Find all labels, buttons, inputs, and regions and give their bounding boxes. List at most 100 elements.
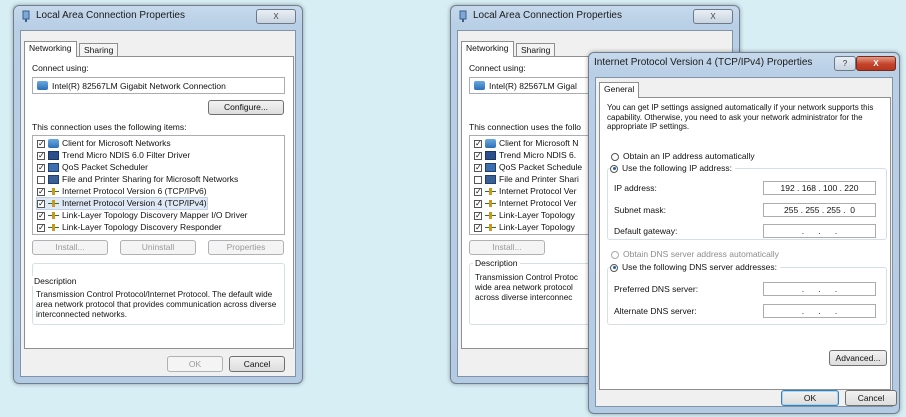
list-item[interactable]: ✓ Link-Layer Topology	[474, 210, 575, 221]
protocol-icon	[485, 187, 496, 196]
use-following-ip-option[interactable]: Use the following IP address:	[610, 163, 735, 173]
connect-using-label: Connect using:	[469, 63, 526, 73]
protocol-icon	[485, 223, 496, 232]
item-label: Link-Layer Topology Discovery Mapper I/O…	[62, 210, 248, 220]
obtain-ip-auto-option[interactable]: Obtain an IP address automatically	[611, 151, 755, 161]
protocol-icon	[485, 211, 496, 220]
subnet-mask-field[interactable]: 255 . 255 . 255 . 0	[763, 203, 876, 217]
checkbox[interactable]: ✓	[37, 163, 45, 172]
title-bar[interactable]: Internet Protocol Version 4 (TCP/IPv4) P…	[589, 53, 899, 75]
item-label: Link-Layer Topology	[499, 222, 575, 232]
dialog-body: General You can get IP settings assigned…	[595, 77, 893, 407]
tab-networking[interactable]: Networking	[461, 41, 514, 57]
list-item[interactable]: ✓ Internet Protocol Version 6 (TCP/IPv6)	[37, 186, 207, 197]
obtain-ip-auto-label: Obtain an IP address automatically	[623, 151, 755, 161]
tab-sharing[interactable]: Sharing	[79, 43, 119, 57]
window-title: Local Area Connection Properties	[473, 10, 622, 21]
list-item[interactable]: ✓ Trend Micro NDIS 6.	[474, 150, 576, 161]
item-label: Internet Protocol Ver	[499, 186, 577, 196]
preferred-dns-field[interactable]: . . .	[763, 282, 876, 296]
alternate-dns-label: Alternate DNS server:	[614, 306, 697, 316]
list-item[interactable]: File and Printer Shari	[474, 174, 579, 185]
list-item[interactable]: File and Printer Sharing for Microsoft N…	[37, 174, 238, 185]
advanced-button[interactable]: Advanced...	[829, 350, 887, 366]
checkbox[interactable]: ✓	[37, 199, 45, 208]
adapter-name: Intel(R) 82567LM Gigabit Network Connect…	[52, 81, 226, 91]
network-client-icon	[48, 139, 59, 149]
list-item[interactable]: ✓ Internet Protocol Ver	[474, 198, 577, 209]
close-button[interactable]: X	[256, 9, 296, 24]
obtain-dns-auto-option[interactable]: Obtain DNS server address automatically	[611, 249, 779, 259]
checkbox[interactable]: ✓	[474, 139, 482, 148]
ipv4-properties-dialog: Internet Protocol Version 4 (TCP/IPv4) P…	[588, 52, 900, 414]
configure-button[interactable]: Configure...	[208, 100, 284, 115]
protocol-icon	[485, 199, 496, 208]
help-button[interactable]: ?	[834, 56, 856, 71]
use-following-ip-label: Use the following IP address:	[622, 163, 732, 173]
dialog-body: Networking Sharing Connect using: Intel(…	[20, 30, 296, 377]
uninstall-button[interactable]: Uninstall	[120, 240, 196, 255]
use-following-dns-option[interactable]: Use the following DNS server addresses:	[610, 262, 780, 272]
tab-networking[interactable]: Networking	[24, 41, 77, 57]
list-item[interactable]: ✓ Link-Layer Topology Discovery Mapper I/…	[37, 210, 248, 221]
install-button[interactable]: Install...	[32, 240, 108, 255]
checkbox[interactable]: ✓	[474, 151, 482, 160]
radio-button[interactable]	[611, 250, 619, 259]
checkbox[interactable]: ✓	[37, 211, 45, 220]
list-item[interactable]: ✓ Link-Layer Topology	[474, 222, 575, 233]
properties-button[interactable]: Properties	[208, 240, 284, 255]
item-label: Trend Micro NDIS 6.0 Filter Driver	[62, 150, 191, 160]
cancel-button[interactable]: Cancel	[845, 390, 897, 406]
checkbox[interactable]: ✓	[474, 223, 482, 232]
tab-sharing[interactable]: Sharing	[516, 43, 556, 57]
title-bar[interactable]: Local Area Connection Properties X	[451, 6, 739, 28]
checkbox[interactable]: ✓	[474, 199, 482, 208]
ok-button[interactable]: OK	[781, 390, 839, 406]
cancel-button[interactable]: Cancel	[229, 356, 285, 372]
list-item-selected[interactable]: ✓ Internet Protocol Version 4 (TCP/IPv4)	[36, 197, 208, 210]
close-button[interactable]: X	[856, 56, 896, 71]
monitor-icon	[485, 151, 496, 161]
checkbox[interactable]: ✓	[474, 211, 482, 220]
checkbox[interactable]: ✓	[37, 223, 45, 232]
checkbox[interactable]: ✓	[37, 139, 45, 148]
close-button[interactable]: X	[693, 9, 733, 24]
ok-button[interactable]: OK	[167, 356, 223, 372]
ip-address-field[interactable]: 192 . 168 . 100 . 220	[763, 181, 876, 195]
monitor-icon	[48, 151, 59, 161]
use-following-dns-label: Use the following DNS server addresses:	[622, 262, 777, 272]
list-item[interactable]: ✓ Internet Protocol Ver	[474, 186, 577, 197]
alternate-dns-field[interactable]: . . .	[763, 304, 876, 318]
checkbox[interactable]: ✓	[37, 187, 45, 196]
components-list[interactable]: ✓ Client for Microsoft Networks ✓ Trend Mi…	[32, 135, 285, 235]
network-adapter-icon	[22, 10, 30, 22]
obtain-dns-auto-label: Obtain DNS server address automatically	[623, 249, 779, 259]
checkbox[interactable]	[37, 175, 45, 184]
item-label: Internet Protocol Version 6 (TCP/IPv6)	[62, 186, 207, 196]
list-item[interactable]: ✓ QoS Packet Scheduler	[37, 162, 148, 173]
item-label: QoS Packet Scheduler	[62, 162, 148, 172]
items-label: This connection uses the following items…	[32, 122, 187, 132]
item-label: Internet Protocol Version 4 (TCP/IPv4)	[62, 198, 207, 208]
radio-button[interactable]	[610, 164, 618, 173]
radio-button[interactable]	[611, 152, 619, 161]
ip-address-label: IP address:	[614, 183, 657, 193]
file-printer-icon	[485, 175, 496, 185]
list-item[interactable]: ✓ QoS Packet Schedule	[474, 162, 582, 173]
list-item[interactable]: ✓ Client for Microsoft N	[474, 138, 578, 149]
item-label: QoS Packet Schedule	[499, 162, 583, 172]
install-button[interactable]: Install...	[469, 240, 545, 255]
list-item[interactable]: ✓ Link-Layer Topology Discovery Responder	[37, 222, 222, 233]
title-bar[interactable]: Local Area Connection Properties X	[14, 6, 302, 28]
checkbox[interactable]: ✓	[474, 163, 482, 172]
radio-button[interactable]	[610, 263, 618, 272]
window-title: Internet Protocol Version 4 (TCP/IPv4) P…	[594, 57, 813, 68]
checkbox[interactable]	[474, 175, 482, 184]
item-label: Link-Layer Topology	[499, 210, 575, 220]
list-item[interactable]: ✓ Trend Micro NDIS 6.0 Filter Driver	[37, 150, 190, 161]
checkbox[interactable]: ✓	[474, 187, 482, 196]
tab-general[interactable]: General	[599, 82, 640, 98]
default-gateway-field[interactable]: . . .	[763, 224, 876, 238]
list-item[interactable]: ✓ Client for Microsoft Networks	[37, 138, 171, 149]
checkbox[interactable]: ✓	[37, 151, 45, 160]
